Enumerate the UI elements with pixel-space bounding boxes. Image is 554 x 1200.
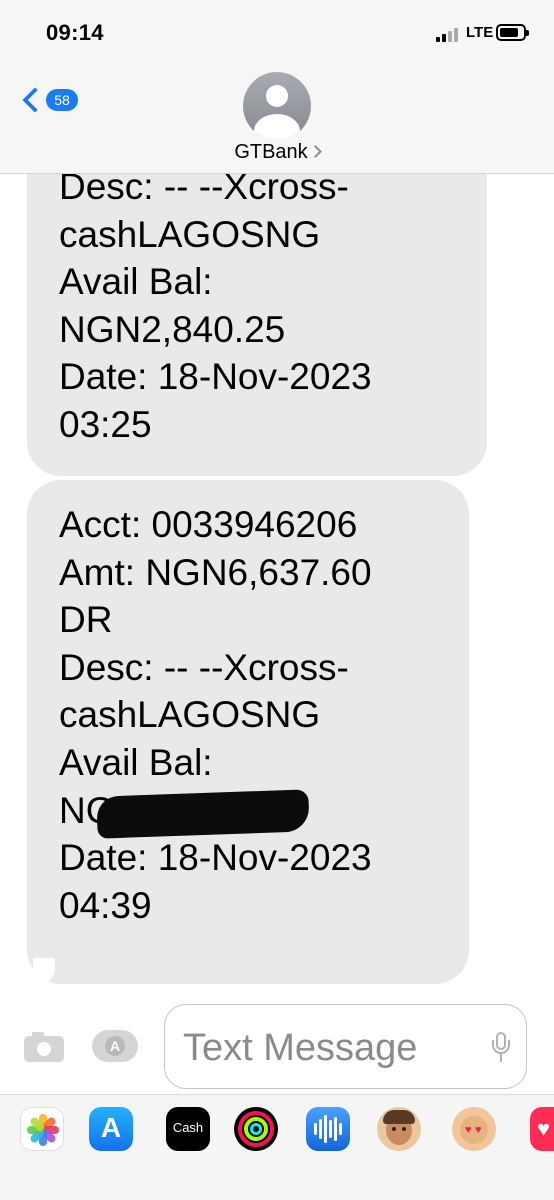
message-line: cashLAGOSNG [59,694,321,736]
message-line: Amt: NGN6,637.60 [59,551,372,593]
voice-memo-icon[interactable] [306,1107,350,1151]
photos-icon[interactable] [20,1107,64,1151]
message-input[interactable]: Text Message [164,1004,527,1089]
battery-icon [496,24,529,41]
redaction-scribble [96,788,310,839]
message-line: Avail Bal: [59,261,213,303]
contact-name-button[interactable]: GTBank [0,141,554,164]
unread-count-badge: 58 [46,89,78,111]
app-drawer: A Cash ♥ ♥ ♥ [0,1094,554,1200]
stickers-icon[interactable]: ♥ [530,1107,554,1151]
camera-button[interactable] [24,1032,64,1062]
message-bubble[interactable]: Desc: -- --Xcross- cashLAGOSNG Avail Bal… [27,130,487,476]
apps-button[interactable]: A [92,1030,138,1062]
chevron-left-icon [22,87,48,113]
redacted-line: NGN2,901.95 [59,787,449,839]
message-line: 04:39 [59,884,152,926]
message-line: Acct: 0033946206 [59,504,358,545]
message-line: Avail Bal: [59,741,213,783]
network-type: LTE [466,24,494,41]
bubble-tail [33,958,73,984]
message-line: cashLAGOSNG [59,213,321,255]
memoji-heart-eyes-icon[interactable]: ♥ ♥ [452,1107,496,1151]
app-store-icon[interactable]: A [89,1107,133,1151]
avatar-body [254,114,300,140]
message-line: NGN2,840.25 [59,308,286,350]
person-silhouette-icon [266,85,288,107]
message-line: Date: 18-Nov-2023 [59,356,372,398]
message-line: Date: 18-Nov-2023 [59,837,372,879]
contact-avatar[interactable] [243,72,311,140]
conversation-header: 58 GTBank [0,64,554,174]
message-line: Desc: -- --Xcross- [59,646,349,688]
apple-cash-icon[interactable]: Cash [166,1107,210,1151]
compose-bar: A Text Message [0,1000,554,1094]
contact-name: GTBank [234,141,308,163]
status-time: 09:14 [46,20,104,45]
message-input-placeholder: Text Message [183,1027,418,1069]
back-button[interactable]: 58 [18,84,88,116]
camera-icon [24,1032,64,1062]
chevron-right-icon [308,145,322,158]
apple-cash-label: Cash [172,1120,204,1135]
status-bar: 09:14 LTE [0,0,554,64]
memoji-icon[interactable] [377,1107,421,1151]
activity-rings-icon[interactable] [234,1107,278,1151]
message-line: DR [59,599,113,641]
message-bubble[interactable]: Acct: 0033946206 Amt: NGN6,637.60 DR Des… [27,480,469,984]
message-line: 03:25 [59,403,152,445]
microphone-icon[interactable] [491,1032,511,1066]
app-store-icon: A [105,1036,125,1056]
signal-strength-icon [436,26,462,42]
redacted-balance: NGN2,901.95 [59,787,310,839]
